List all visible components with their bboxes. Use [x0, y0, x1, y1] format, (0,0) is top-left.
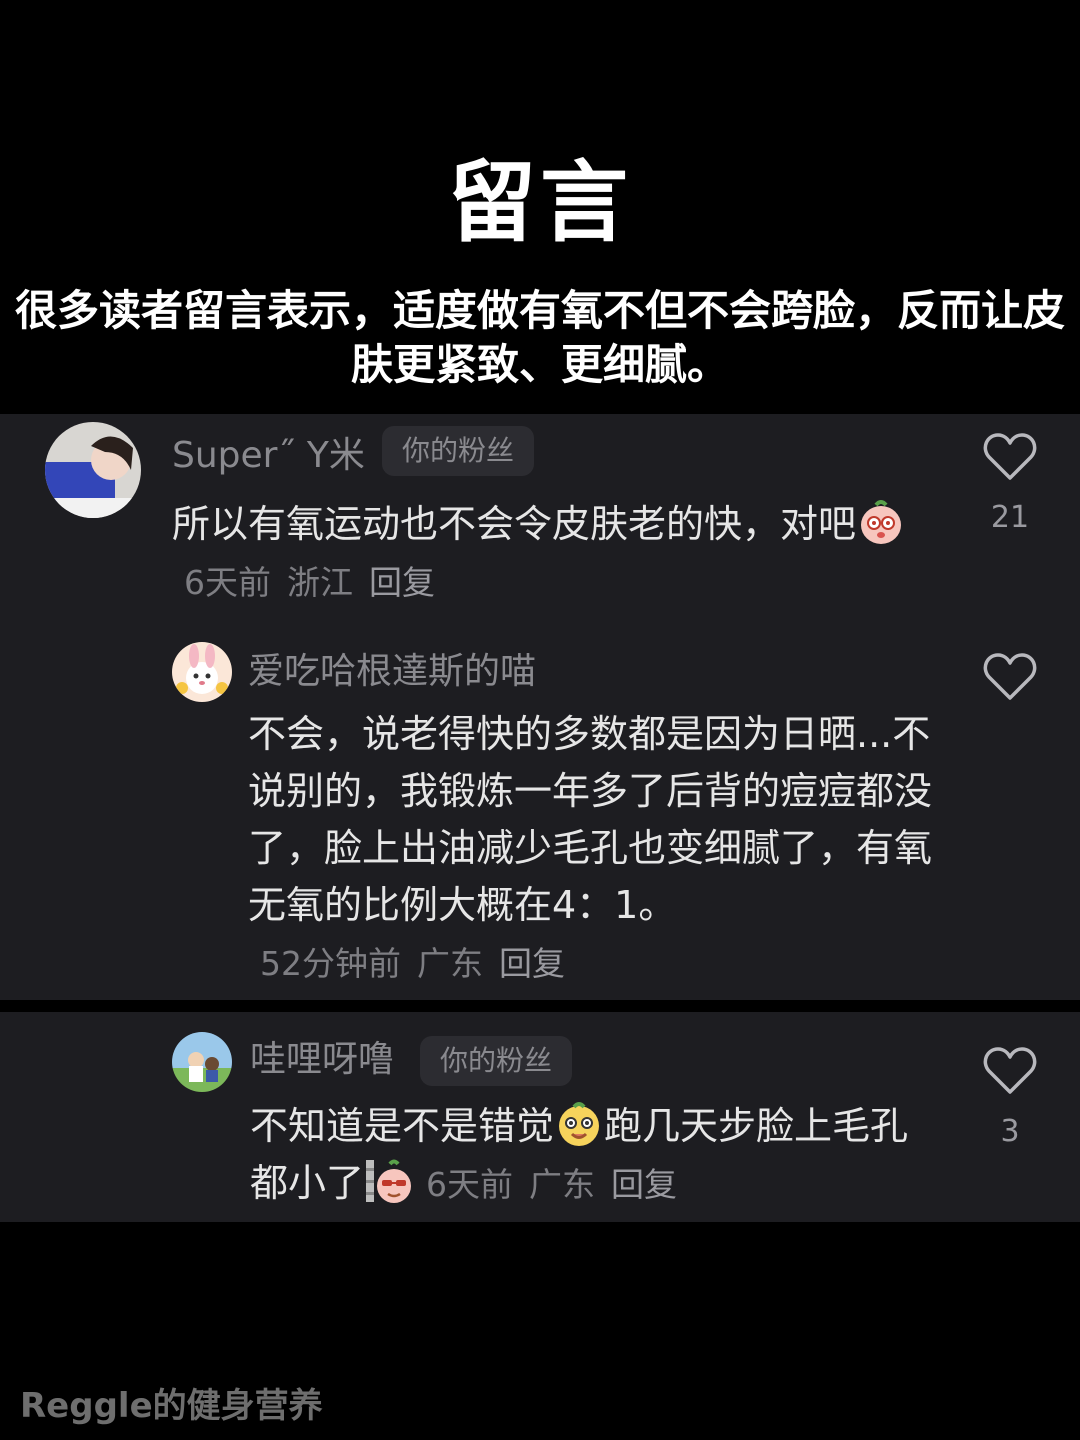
- cool-face-emoji-icon: [364, 1156, 414, 1206]
- heart-icon: [983, 433, 1037, 480]
- reply-button[interactable]: 回复: [499, 944, 565, 983]
- fan-badge: 你的粉丝: [420, 1036, 573, 1086]
- page-title: 留言: [447, 151, 632, 254]
- username[interactable]: Super˝ Y米: [172, 434, 365, 478]
- comment-time: 52分钟前: [260, 944, 401, 983]
- username[interactable]: 哇哩呀噜: [250, 1038, 394, 1082]
- like-count: 21: [990, 500, 1030, 535]
- comment-text[interactable]: 所以有氧运动也不会令皮肤老的快，对吧 6天前 浙江 回复: [172, 496, 932, 611]
- user-avatar[interactable]: [45, 422, 141, 518]
- comment-thread: 哇哩呀噜 你的粉丝 不知道是不是错觉 跑几天步脸上毛孔都小了 6天前 广东 回复…: [0, 1012, 1080, 1222]
- comment-text[interactable]: 不知道是不是错觉 跑几天步脸上毛孔都小了 6天前 广东 回复: [250, 1098, 930, 1213]
- comment-location: 广东: [529, 1165, 596, 1204]
- happy-face-emoji-icon: [554, 1099, 604, 1149]
- user-avatar[interactable]: [172, 642, 232, 702]
- comment-text[interactable]: 不会，说老得快的多数都是因为日晒...不说别的，我锻炼一年多了后背的痘痘都没了，…: [248, 706, 938, 992]
- comment-thread: Super˝ Y米 你的粉丝 所以有氧运动也不会令皮肤老的快，对吧 6天前 浙江回…: [0, 414, 1080, 1000]
- blushing-face-emoji-icon: [856, 497, 906, 547]
- like-button[interactable]: 3: [980, 1046, 1040, 1150]
- like-count: 3: [1000, 1114, 1020, 1149]
- heart-icon: [983, 1047, 1037, 1094]
- comment-location: 广东: [417, 944, 483, 983]
- user-avatar[interactable]: [172, 1032, 232, 1092]
- page-subtitle: 很多读者留言表示，适度做有氧不但不会跨脸，反而让皮肤更紧致、更细腻。: [14, 286, 1065, 389]
- reply-button[interactable]: 回复: [611, 1165, 677, 1204]
- fan-badge: 你的粉丝: [382, 426, 535, 476]
- username[interactable]: 爱吃哈根達斯的喵: [248, 650, 536, 694]
- watermark: Reggle的健身营养: [20, 1386, 323, 1426]
- reply-button[interactable]: 回复: [369, 563, 435, 602]
- comment-time: 6天前: [426, 1165, 514, 1204]
- comment-body: 不会，说老得快的多数都是因为日晒...不说别的，我锻炼一年多了后背的痘痘都没了，…: [248, 712, 933, 927]
- like-button[interactable]: 21: [980, 432, 1040, 536]
- like-button[interactable]: [980, 652, 1040, 706]
- comment-body: 不知道是不是错觉: [250, 1104, 555, 1148]
- heart-icon: [983, 653, 1037, 700]
- comment-location: 浙江: [287, 563, 353, 602]
- comment-time: 6天前: [184, 563, 271, 602]
- comment-body: 所以有氧运动也不会令皮肤老的快，对吧: [172, 502, 857, 546]
